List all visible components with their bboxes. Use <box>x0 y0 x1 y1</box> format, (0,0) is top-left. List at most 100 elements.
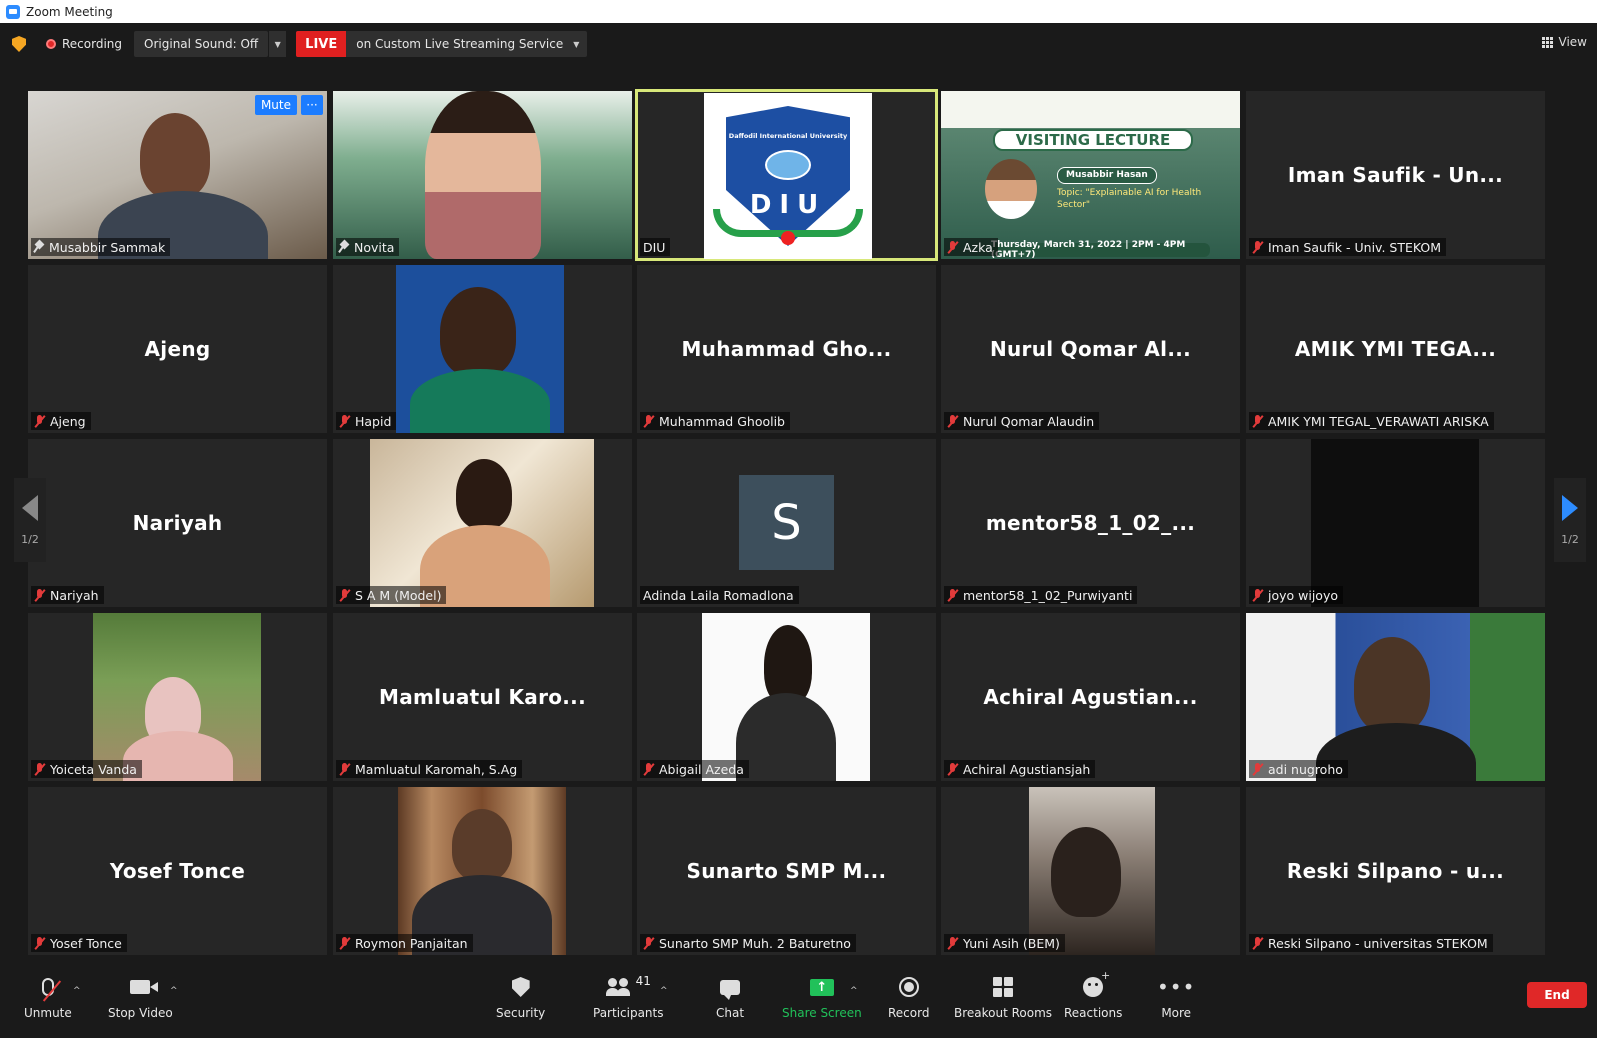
mute-participant-button[interactable]: Mute <box>254 95 297 115</box>
participant-name: AMIK YMI TEGAL_VERAWATI ARISKA <box>1268 413 1489 429</box>
participant-display-name: Muhammad Gho... <box>681 337 892 361</box>
participant-video <box>425 91 541 259</box>
stop-video-button[interactable]: Stop Video <box>108 974 173 1020</box>
video-tile[interactable]: Yuni Asih (BEM) <box>941 787 1240 955</box>
mic-off-icon <box>1252 588 1264 602</box>
participant-name: Hapid <box>355 413 392 429</box>
video-tile[interactable]: Sunarto SMP M... Sunarto SMP Muh. 2 Batu… <box>637 787 936 955</box>
participant-label: adi nugroho <box>1249 760 1348 778</box>
participant-name: S A M (Model) <box>355 587 442 603</box>
page-indicator-left: 1/2 <box>21 532 39 546</box>
next-page-button[interactable]: 1/2 <box>1554 478 1586 562</box>
video-tile[interactable]: Nariyah Nariyah <box>28 439 327 607</box>
original-sound-dropdown[interactable]: ▼ <box>268 31 287 57</box>
mic-off-icon <box>339 588 351 602</box>
video-tile[interactable]: joyo wijoyo <box>1246 439 1545 607</box>
original-sound-button[interactable]: Original Sound: Off <box>134 31 269 57</box>
participant-display-name: Yosef Tonce <box>109 859 246 883</box>
participant-avatar: S <box>739 475 834 570</box>
speaker-name: Musabbir Hasan <box>1057 167 1157 184</box>
participant-name: Nariyah <box>50 587 99 603</box>
record-icon <box>898 977 919 997</box>
video-tile[interactable]: mentor58_1_02_... mentor58_1_02_Purwiyan… <box>941 439 1240 607</box>
diu-logo: Daffodil International University DIU <box>704 93 872 259</box>
speaker-photo <box>985 159 1037 219</box>
participant-name: Mamluatul Karomah, S.Ag <box>355 761 518 777</box>
participant-label: S A M (Model) <box>336 586 447 604</box>
mic-off-icon <box>339 414 351 428</box>
video-tile[interactable]: Muhammad Gho... Muhammad Ghoolib <box>637 265 936 433</box>
video-tile[interactable]: Iman Saufik - Un... Iman Saufik - Univ. … <box>1246 91 1545 259</box>
participant-name: Yosef Tonce <box>50 935 122 951</box>
participants-options-caret[interactable]: ^ <box>660 986 668 996</box>
video-tile-active-speaker[interactable]: Daffodil International University DIU DI… <box>635 89 938 261</box>
breakout-rooms-button[interactable]: Breakout Rooms <box>954 974 1052 1020</box>
video-tile[interactable]: Novita <box>333 91 632 259</box>
view-button[interactable]: View <box>1541 35 1587 49</box>
meeting-topbar: Recording Original Sound: Off ▼ LIVE on … <box>0 23 1597 65</box>
video-tile[interactable]: adi nugroho <box>1246 613 1545 781</box>
mic-off-icon <box>339 936 351 950</box>
participant-label: Nariyah <box>31 586 104 604</box>
share-options-caret[interactable]: ^ <box>850 986 858 996</box>
video-options-caret[interactable]: ^ <box>170 986 178 996</box>
mic-off-icon <box>947 414 959 428</box>
participant-label: Musabbir Sammak <box>31 238 171 256</box>
unmute-button[interactable]: Unmute <box>24 974 72 1020</box>
record-button[interactable]: Record <box>888 974 929 1020</box>
participant-video <box>370 439 594 607</box>
security-button[interactable]: Security <box>496 974 545 1020</box>
tile-more-button[interactable]: ··· <box>301 95 323 115</box>
video-tile[interactable]: Yoiceta Vanda <box>28 613 327 781</box>
video-tile[interactable]: VISITING LECTURE Musabbir Hasan Topic: "… <box>941 91 1240 259</box>
arrow-right-icon <box>1562 494 1578 521</box>
previous-page-button[interactable]: 1/2 <box>14 478 46 562</box>
mic-off-icon <box>643 762 655 776</box>
participant-name: Abigail Azeda <box>659 761 744 777</box>
participant-name: Azka <box>963 239 993 255</box>
video-tile[interactable]: S A M (Model) <box>333 439 632 607</box>
mic-off-icon <box>1252 936 1264 950</box>
end-meeting-button[interactable]: End <box>1527 982 1587 1008</box>
participant-head <box>456 459 512 529</box>
video-tile[interactable]: Mamluatul Karo... Mamluatul Karomah, S.A… <box>333 613 632 781</box>
mic-off-icon <box>643 414 655 428</box>
video-tile[interactable]: Ajeng Ajeng <box>28 265 327 433</box>
participant-body <box>736 693 836 781</box>
participant-label: Nurul Qomar Alaudin <box>944 412 1100 430</box>
chevron-down-icon: ▼ <box>274 39 281 49</box>
video-tile[interactable]: Abigail Azeda <box>637 613 936 781</box>
video-tile[interactable]: Yosef Tonce Yosef Tonce <box>28 787 327 955</box>
video-tile[interactable]: Achiral Agustian... Achiral Agustiansjah <box>941 613 1240 781</box>
video-tile[interactable]: Reski Silpano - u... Reski Silpano - uni… <box>1246 787 1545 955</box>
participant-name: adi nugroho <box>1268 761 1343 777</box>
participants-button[interactable]: 41 Participants <box>593 974 664 1020</box>
mic-off-icon <box>34 936 46 950</box>
reactions-button[interactable]: Reactions <box>1064 969 1122 1020</box>
security-shield-icon[interactable] <box>12 36 26 52</box>
video-tile[interactable]: Hapid <box>333 265 632 433</box>
participant-label: Mamluatul Karomah, S.Ag <box>336 760 523 778</box>
participant-label: Novita <box>336 238 400 256</box>
audio-options-caret[interactable]: ^ <box>73 986 81 996</box>
participant-label: joyo wijoyo <box>1249 586 1344 604</box>
participant-name: Sunarto SMP Muh. 2 Baturetno <box>659 935 851 951</box>
participant-label: Sunarto SMP Muh. 2 Baturetno <box>640 934 856 952</box>
participant-display-name: Reski Silpano - u... <box>1286 859 1505 883</box>
video-tile[interactable]: AMIK YMI TEGA... AMIK YMI TEGAL_VERAWATI… <box>1246 265 1545 433</box>
participant-display-name: Nurul Qomar Al... <box>989 337 1192 361</box>
live-stream-indicator[interactable]: LIVE on Custom Live Streaming Service ▼ <box>296 31 588 57</box>
chat-button[interactable]: Chat <box>716 974 744 1020</box>
participant-video <box>1029 787 1155 955</box>
recording-indicator[interactable]: Recording <box>46 37 122 51</box>
video-tile[interactable]: Roymon Panjaitan <box>333 787 632 955</box>
share-screen-button[interactable]: ↑ Share Screen <box>782 974 862 1020</box>
participant-name: mentor58_1_02_Purwiyanti <box>963 587 1133 603</box>
video-tile[interactable]: Mute ··· Musabbir Sammak <box>28 91 327 259</box>
video-tile[interactable]: Nurul Qomar Al... Nurul Qomar Alaudin <box>941 265 1240 433</box>
more-button[interactable]: ••• More <box>1157 974 1195 1020</box>
mic-off-icon <box>947 240 959 254</box>
participant-name: Iman Saufik - Univ. STEKOM <box>1268 239 1442 255</box>
mic-off-icon <box>643 936 655 950</box>
video-tile[interactable]: S Adinda Laila Romadlona <box>637 439 936 607</box>
